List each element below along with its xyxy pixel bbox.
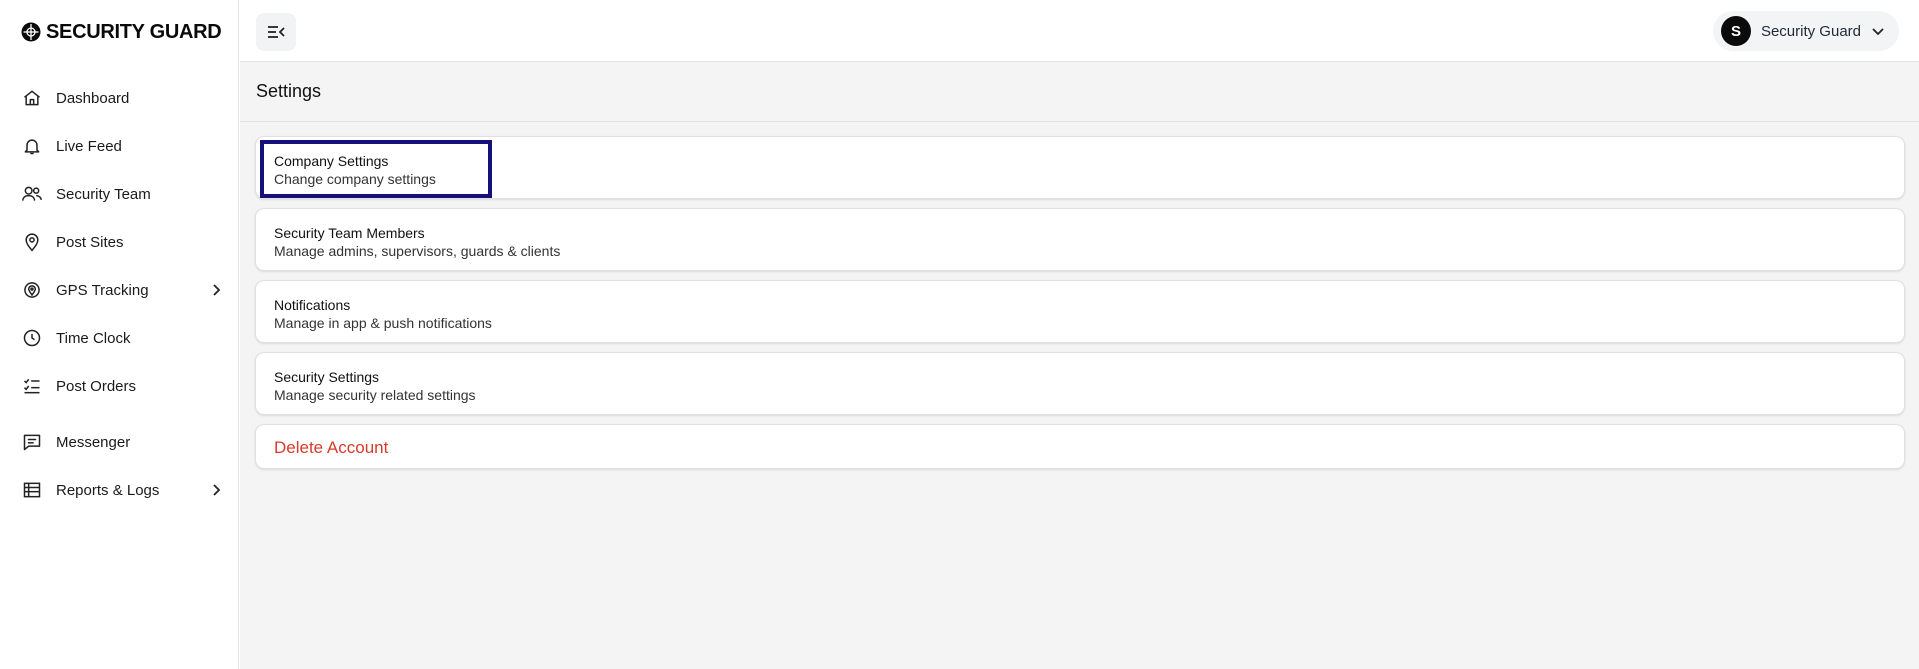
topbar: S Security Guard	[240, 0, 1919, 62]
delete-account-button[interactable]: Delete Account	[255, 424, 1905, 469]
sidebar-item-post-sites[interactable]: Post Sites	[0, 222, 239, 262]
sidebar-item-messenger[interactable]: Messenger	[0, 422, 239, 462]
checklist-icon	[21, 375, 43, 397]
table-icon	[21, 479, 43, 501]
card-subtitle: Manage admins, supervisors, guards & cli…	[274, 243, 561, 259]
main-content: Settings Company Settings Change company…	[240, 62, 1919, 669]
notifications-card[interactable]: Notifications Manage in app & push notif…	[255, 280, 1905, 343]
sidebar-item-label: GPS Tracking	[56, 281, 149, 299]
message-icon	[21, 431, 43, 453]
collapse-sidebar-button[interactable]	[256, 13, 296, 51]
sidebar-item-label: Security Team	[56, 185, 151, 203]
card-title: Security Team Members	[274, 225, 425, 241]
sidebar-item-label: Reports & Logs	[56, 481, 160, 499]
gps-icon	[21, 279, 43, 301]
page-header: Settings	[240, 62, 1919, 122]
clock-icon	[21, 327, 43, 349]
card-title: Security Settings	[274, 369, 380, 385]
company-settings-card[interactable]: Company Settings Change company settings	[255, 136, 1905, 199]
sidebar-item-label: Time Clock	[56, 329, 131, 347]
security-team-members-card[interactable]: Security Team Members Manage admins, sup…	[255, 208, 1905, 271]
bell-icon	[21, 135, 43, 157]
sidebar-item-dashboard[interactable]: Dashboard	[0, 78, 239, 118]
sidebar-item-label: Live Feed	[56, 137, 122, 155]
card-title: Notifications	[274, 297, 351, 313]
sidebar-item-label: Post Sites	[56, 233, 124, 251]
card-subtitle: Manage in app & push notifications	[274, 315, 492, 331]
chevron-right-icon	[209, 483, 223, 497]
sidebar-item-security-team[interactable]: Security Team	[0, 174, 239, 214]
user-menu[interactable]: S Security Guard	[1712, 11, 1899, 51]
sidebar-item-live-feed[interactable]: Live Feed	[0, 126, 239, 166]
sidebar-item-label: Post Orders	[56, 377, 137, 395]
card-subtitle: Change company settings	[274, 171, 436, 187]
sidebar: SECURITY GUARD Dashboard Live Feed Secur…	[0, 0, 239, 669]
logo-mark-icon	[20, 21, 42, 43]
user-name: Security Guard	[1760, 22, 1861, 40]
page-title: Settings	[256, 81, 322, 101]
sidebar-item-reports-logs[interactable]: Reports & Logs	[0, 470, 239, 510]
sidebar-item-gps-tracking[interactable]: GPS Tracking	[0, 270, 239, 310]
chevron-down-icon	[1871, 24, 1885, 38]
card-subtitle: Manage security related settings	[274, 387, 476, 403]
home-icon	[21, 87, 43, 109]
sidebar-item-time-clock[interactable]: Time Clock	[0, 318, 239, 358]
logo-text: SECURITY GUARD	[46, 20, 222, 43]
avatar: S	[1720, 16, 1751, 46]
users-icon	[21, 183, 43, 205]
logo[interactable]: SECURITY GUARD	[20, 20, 222, 44]
menu-collapse-icon	[266, 23, 286, 41]
map-pin-icon	[21, 231, 43, 253]
card-title: Company Settings	[274, 153, 389, 169]
delete-account-label: Delete Account	[274, 438, 389, 457]
sidebar-item-label: Dashboard	[56, 89, 130, 107]
chevron-right-icon	[209, 283, 223, 297]
sidebar-item-label: Messenger	[56, 433, 131, 451]
sidebar-item-post-orders[interactable]: Post Orders	[0, 366, 239, 406]
security-settings-card[interactable]: Security Settings Manage security relate…	[255, 352, 1905, 415]
